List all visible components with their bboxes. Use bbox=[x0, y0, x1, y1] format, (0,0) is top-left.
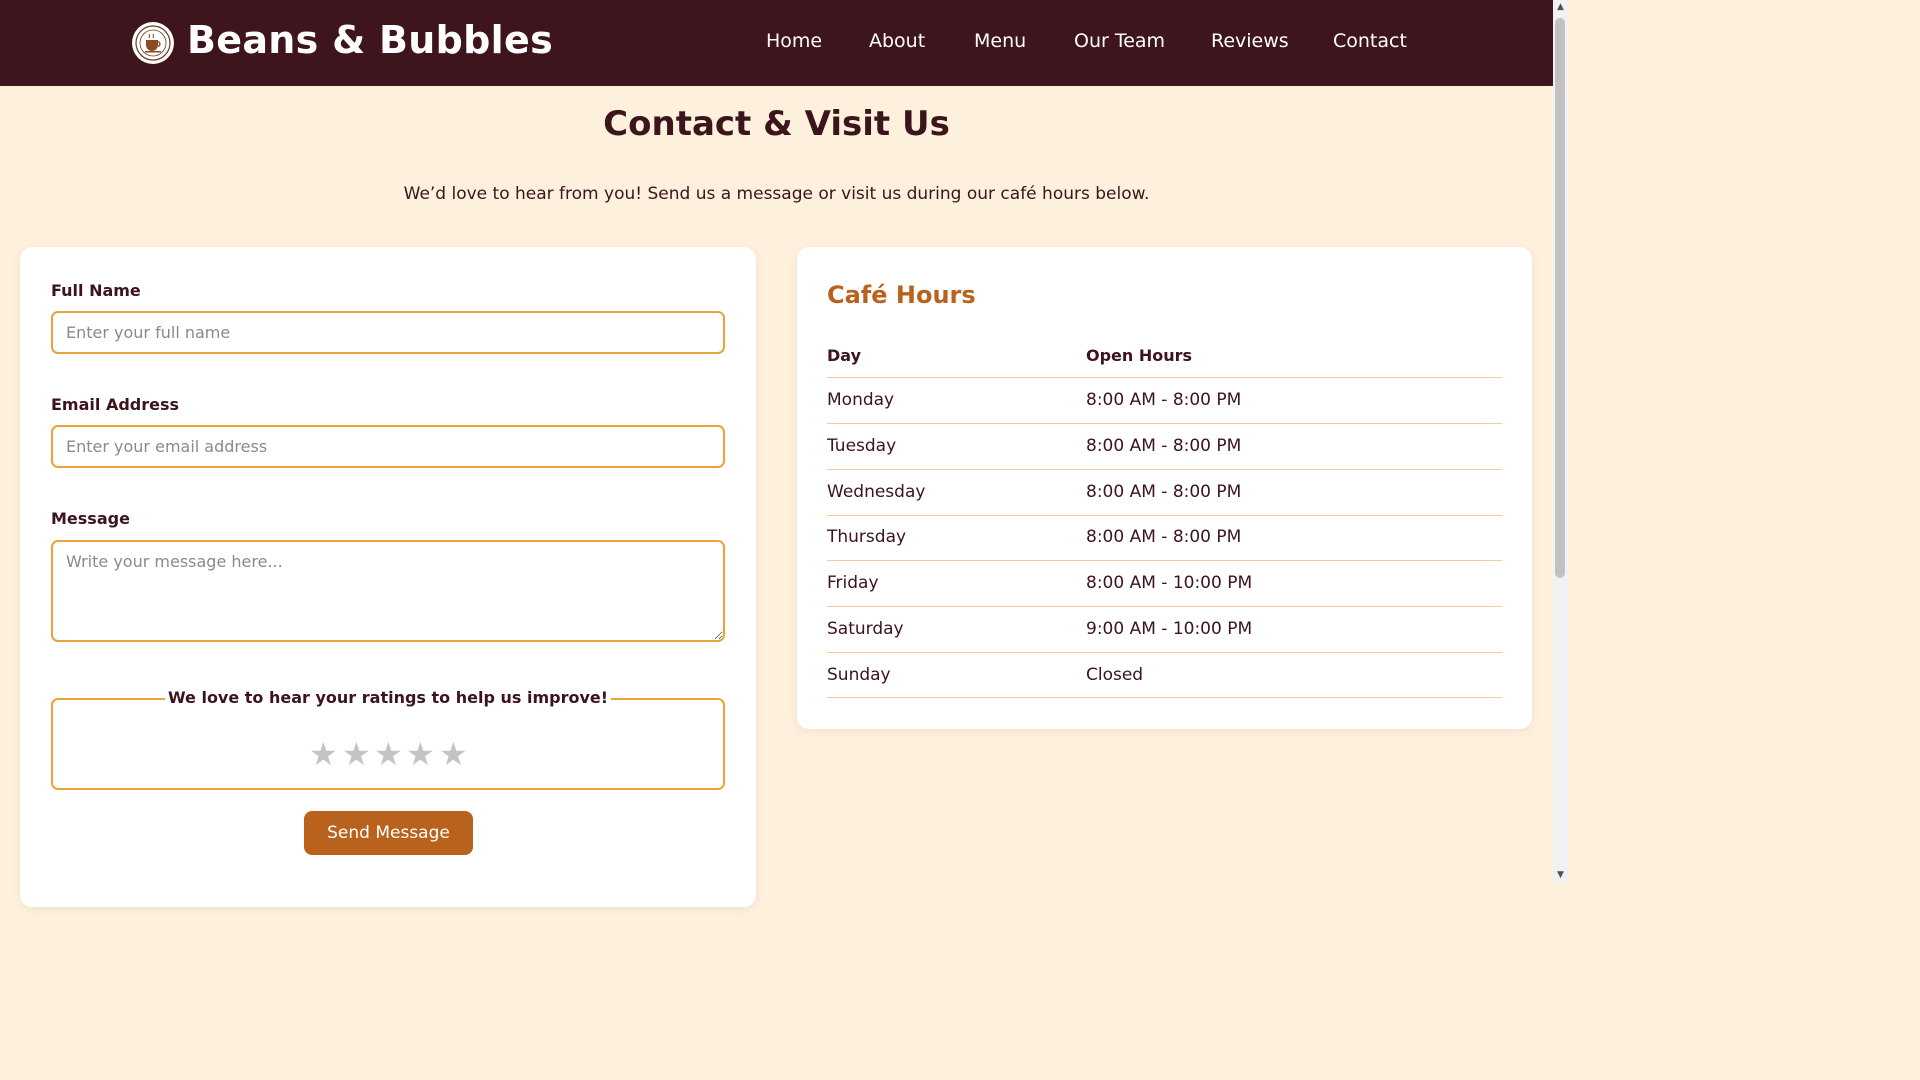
coffee-cup-logo-icon[interactable] bbox=[132, 22, 174, 64]
nav-contact[interactable]: Contact bbox=[1333, 30, 1407, 52]
star-icon-4[interactable]: ★ bbox=[406, 736, 435, 772]
row-divider bbox=[827, 652, 1502, 653]
cafe-hours-title: Café Hours bbox=[827, 281, 976, 309]
row-divider bbox=[827, 697, 1502, 698]
message-label: Message bbox=[51, 509, 130, 528]
row-divider bbox=[827, 606, 1502, 607]
brand-name[interactable]: Beans & Bubbles bbox=[187, 18, 553, 62]
day-cell: Saturday bbox=[827, 619, 904, 639]
page-title: Contact & Visit Us bbox=[603, 104, 950, 144]
row-divider bbox=[827, 515, 1502, 516]
scroll-up-arrow-icon[interactable]: ▲ bbox=[1553, 0, 1568, 14]
hours-cell: 8:00 AM - 10:00 PM bbox=[1086, 573, 1253, 593]
day-cell: Wednesday bbox=[827, 482, 926, 502]
nav-home[interactable]: Home bbox=[766, 30, 822, 52]
hours-cell: 8:00 AM - 8:00 PM bbox=[1086, 482, 1242, 502]
day-cell: Monday bbox=[827, 390, 895, 410]
full-name-label: Full Name bbox=[51, 281, 141, 300]
hours-cell: 8:00 AM - 8:00 PM bbox=[1086, 527, 1242, 547]
rating-legend: We love to hear your ratings to help us … bbox=[0, 688, 776, 707]
nav-about[interactable]: About bbox=[869, 30, 925, 52]
hours-cell: 8:00 AM - 8:00 PM bbox=[1086, 436, 1242, 456]
full-name-input[interactable] bbox=[51, 311, 725, 354]
scroll-down-arrow-icon[interactable]: ▼ bbox=[1553, 868, 1568, 882]
star-icon-1[interactable]: ★ bbox=[309, 736, 338, 772]
hours-cell: 9:00 AM - 10:00 PM bbox=[1086, 619, 1253, 639]
day-cell: Tuesday bbox=[827, 436, 897, 456]
page-subtitle: We’d love to hear from you! Send us a me… bbox=[403, 184, 1150, 204]
row-divider bbox=[827, 469, 1502, 470]
day-cell: Sunday bbox=[827, 665, 891, 685]
email-input[interactable] bbox=[51, 425, 725, 468]
star-icon-2[interactable]: ★ bbox=[342, 736, 371, 772]
nav-menu[interactable]: Menu bbox=[974, 30, 1026, 52]
scrollbar-thumb[interactable] bbox=[1555, 18, 1565, 578]
header-divider bbox=[827, 377, 1502, 378]
row-divider bbox=[827, 560, 1502, 561]
nav-reviews[interactable]: Reviews bbox=[1211, 30, 1289, 52]
column-header-day: Day bbox=[827, 346, 862, 365]
send-message-button[interactable]: Send Message bbox=[304, 811, 473, 855]
day-cell: Friday bbox=[827, 573, 879, 593]
hours-cell: Closed bbox=[1086, 665, 1144, 685]
row-divider bbox=[827, 423, 1502, 424]
column-header-open-hours: Open Hours bbox=[1086, 346, 1193, 365]
star-icon-5[interactable]: ★ bbox=[439, 736, 468, 772]
nav-our-team[interactable]: Our Team bbox=[1074, 30, 1165, 52]
message-textarea[interactable] bbox=[51, 540, 725, 642]
hours-cell: 8:00 AM - 8:00 PM bbox=[1086, 390, 1242, 410]
email-label: Email Address bbox=[51, 395, 180, 414]
day-cell: Thursday bbox=[827, 527, 907, 547]
star-icon-3[interactable]: ★ bbox=[374, 736, 403, 772]
rating-legend-text: We love to hear your ratings to help us … bbox=[164, 688, 612, 707]
